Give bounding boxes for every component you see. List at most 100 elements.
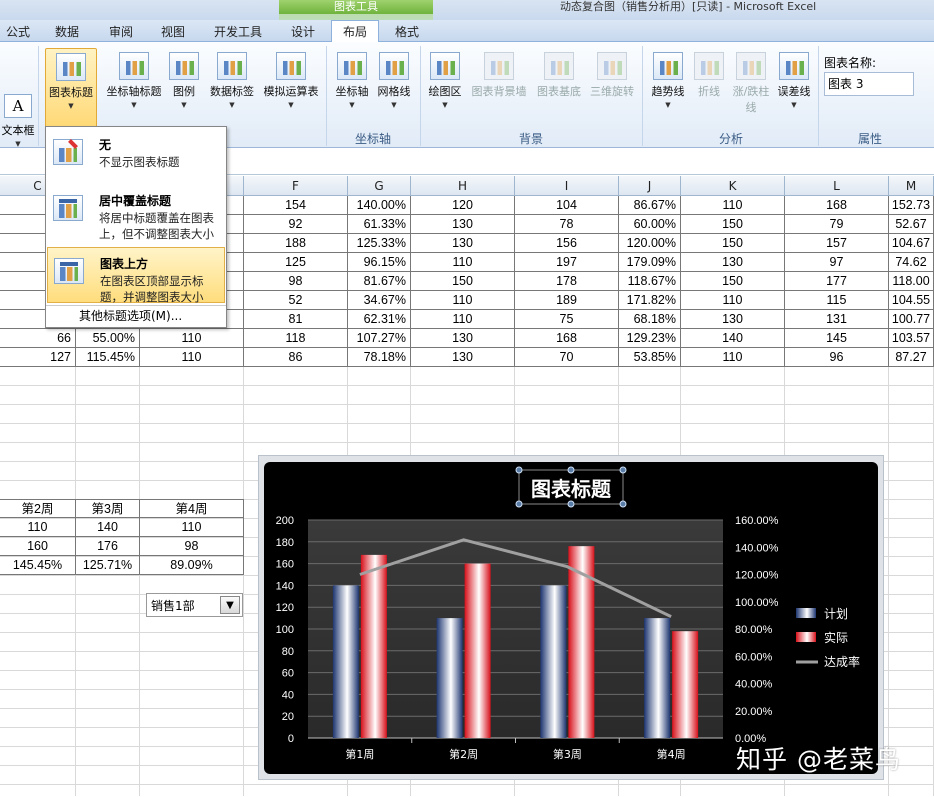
table-cell[interactable]: 129.23% <box>619 329 681 348</box>
department-select[interactable]: 销售1部 ▼ <box>146 593 243 617</box>
plot-area-button[interactable]: 绘图区 ▼ <box>426 48 464 130</box>
legend-button[interactable]: 图例 ▼ <box>166 48 202 130</box>
table-cell[interactable]: 52.67 <box>889 215 934 234</box>
table-cell[interactable]: 150 <box>411 272 515 291</box>
column-header[interactable]: J <box>619 176 681 196</box>
table-cell[interactable]: 179.09% <box>619 253 681 272</box>
table-cell[interactable]: 125.33% <box>348 234 411 253</box>
tab-review[interactable]: 审阅 <box>96 22 146 42</box>
table-cell[interactable]: 61.33% <box>348 215 411 234</box>
mini-table-cell[interactable]: 110 <box>140 518 244 537</box>
table-cell[interactable]: 130 <box>681 253 785 272</box>
table-cell[interactable]: 115 <box>785 291 889 310</box>
tab-developer[interactable]: 开发工具 <box>206 22 270 42</box>
table-cell[interactable]: 110 <box>411 253 515 272</box>
table-cell[interactable]: 130 <box>411 234 515 253</box>
table-cell[interactable]: 130 <box>681 310 785 329</box>
table-cell[interactable]: 130 <box>411 215 515 234</box>
table-cell[interactable]: 156 <box>515 234 619 253</box>
table-cell[interactable]: 81.67% <box>348 272 411 291</box>
menu-item-centered-overlay[interactable]: 居中覆盖标题 将居中标题覆盖在图表上，但不调整图表大小 <box>47 185 225 247</box>
table-cell[interactable]: 96 <box>785 348 889 367</box>
table-cell[interactable]: 171.82% <box>619 291 681 310</box>
table-cell[interactable]: 120.00% <box>619 234 681 253</box>
table-cell[interactable]: 70 <box>515 348 619 367</box>
table-cell[interactable]: 154 <box>244 196 348 215</box>
table-cell[interactable]: 97 <box>785 253 889 272</box>
table-cell[interactable]: 115.45% <box>76 348 140 367</box>
data-labels-button[interactable]: 数据标签 ▼ <box>204 48 260 130</box>
column-header[interactable]: F <box>244 176 348 196</box>
column-header[interactable]: M <box>889 176 934 196</box>
tab-layout[interactable]: 布局 <box>331 20 379 43</box>
table-cell[interactable]: 110 <box>411 291 515 310</box>
table-cell[interactable]: 118.67% <box>619 272 681 291</box>
table-cell[interactable]: 78 <box>515 215 619 234</box>
table-cell[interactable]: 189 <box>515 291 619 310</box>
table-cell[interactable]: 98 <box>244 272 348 291</box>
table-cell[interactable]: 157 <box>785 234 889 253</box>
table-cell[interactable]: 145 <box>785 329 889 348</box>
menu-item-none[interactable]: 无 不显示图表标题 <box>47 129 225 185</box>
table-cell[interactable]: 92 <box>244 215 348 234</box>
tab-data[interactable]: 数据 <box>44 22 90 42</box>
table-cell[interactable]: 178 <box>515 272 619 291</box>
table-cell[interactable]: 125 <box>244 253 348 272</box>
mini-table-cell[interactable]: 125.71% <box>76 556 140 575</box>
table-cell[interactable]: 110 <box>411 310 515 329</box>
table-cell[interactable]: 34.67% <box>348 291 411 310</box>
mini-table-cell[interactable]: 176 <box>76 537 140 556</box>
mini-table-header[interactable]: 第4周 <box>140 499 244 518</box>
table-cell[interactable]: 104.55 <box>889 291 934 310</box>
column-header[interactable]: G <box>348 176 411 196</box>
table-cell[interactable]: 118 <box>244 329 348 348</box>
table-cell[interactable]: 110 <box>140 329 244 348</box>
table-cell[interactable]: 60.00% <box>619 215 681 234</box>
table-cell[interactable]: 96.15% <box>348 253 411 272</box>
table-cell[interactable]: 52 <box>244 291 348 310</box>
data-table-button[interactable]: 模拟运算表 ▼ <box>260 48 322 130</box>
table-cell[interactable]: 103.57 <box>889 329 934 348</box>
table-cell[interactable]: 110 <box>681 348 785 367</box>
table-cell[interactable]: 131 <box>785 310 889 329</box>
table-cell[interactable]: 130 <box>411 348 515 367</box>
table-cell[interactable]: 107.27% <box>348 329 411 348</box>
table-cell[interactable]: 75 <box>515 310 619 329</box>
gridlines-button[interactable]: 网格线 ▼ <box>374 48 414 130</box>
axes-button[interactable]: 坐标轴 ▼ <box>332 48 372 130</box>
mini-table-header[interactable]: 第2周 <box>0 499 76 518</box>
chart-area[interactable]: 0 20 40 60 80 100 120 140 160 180 200 0.00% 20.00% 40… <box>264 462 878 774</box>
mini-table-header[interactable]: 第3周 <box>76 499 140 518</box>
column-header[interactable]: L <box>785 176 889 196</box>
table-cell[interactable]: 152.73 <box>889 196 934 215</box>
table-cell[interactable]: 140.00% <box>348 196 411 215</box>
table-cell[interactable]: 140 <box>681 329 785 348</box>
table-cell[interactable]: 110 <box>681 291 785 310</box>
tab-format[interactable]: 格式 <box>384 22 430 42</box>
mini-table-cell[interactable]: 89.09% <box>140 556 244 575</box>
table-cell[interactable]: 188 <box>244 234 348 253</box>
axis-title-button[interactable]: 坐标轴标题 ▼ <box>104 48 164 130</box>
more-title-options[interactable]: 其他标题选项(M)... <box>79 307 182 324</box>
chart-name-input[interactable]: 图表 3 <box>824 72 914 96</box>
table-cell[interactable]: 120 <box>411 196 515 215</box>
table-cell[interactable]: 79 <box>785 215 889 234</box>
table-cell[interactable]: 104 <box>515 196 619 215</box>
chart-title-button[interactable]: 图表标题 ▼ <box>45 48 97 130</box>
mini-table-cell[interactable]: 110 <box>0 518 76 537</box>
tab-design[interactable]: 设计 <box>280 22 326 42</box>
up-down-bars-button[interactable]: 涨/跌柱线 <box>730 48 772 130</box>
table-cell[interactable]: 86.67% <box>619 196 681 215</box>
column-header[interactable]: I <box>515 176 619 196</box>
table-cell[interactable]: 55.00% <box>76 329 140 348</box>
table-cell[interactable]: 168 <box>785 196 889 215</box>
mini-table-cell[interactable]: 145.45% <box>0 556 76 575</box>
table-cell[interactable]: 130 <box>411 329 515 348</box>
table-cell[interactable]: 110 <box>681 196 785 215</box>
error-bars-button[interactable]: 误差线 ▼ <box>774 48 814 130</box>
table-cell[interactable]: 168 <box>515 329 619 348</box>
table-cell[interactable]: 177 <box>785 272 889 291</box>
table-cell[interactable]: 87.27 <box>889 348 934 367</box>
table-cell[interactable]: 78.18% <box>348 348 411 367</box>
table-cell[interactable]: 62.31% <box>348 310 411 329</box>
